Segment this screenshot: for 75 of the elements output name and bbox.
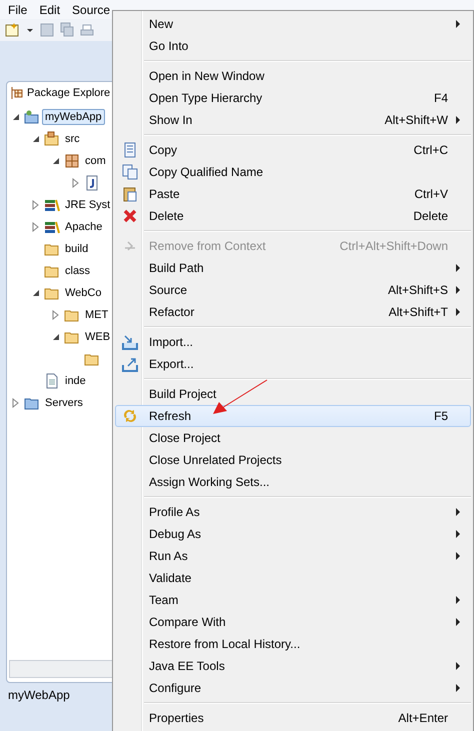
tree-item[interactable]: class	[62, 263, 94, 279]
collapsed-arrow-icon[interactable]	[51, 310, 61, 320]
print-icon[interactable]	[80, 22, 94, 38]
expanded-arrow-icon[interactable]	[51, 156, 61, 166]
menu-item[interactable]: Properties Alt+Enter	[115, 707, 471, 729]
package-icon	[64, 153, 80, 169]
menu-item[interactable]: Close Project	[115, 427, 471, 449]
collapsed-arrow-icon[interactable]	[11, 398, 21, 408]
menu-item[interactable]: Build Path	[115, 257, 471, 279]
menu-item[interactable]: Restore from Local History...	[115, 633, 471, 655]
expanded-arrow-icon[interactable]	[51, 332, 61, 342]
menu-item[interactable]: Profile As	[115, 501, 471, 523]
tree-item[interactable]: myWebApp	[42, 109, 105, 125]
package-explorer-icon	[11, 86, 23, 100]
menu-item[interactable]: Go Into	[115, 35, 471, 57]
menu-item[interactable]: Debug As	[115, 523, 471, 545]
books-icon	[44, 219, 60, 235]
refresh-icon	[122, 408, 138, 424]
menu-item[interactable]: Copy Qualified Name	[115, 161, 471, 183]
menu-item[interactable]: Open in New Window	[115, 65, 471, 87]
menu-item[interactable]: Assign Working Sets...	[115, 471, 471, 493]
menu-item[interactable]: Refactor Alt+Shift+T	[115, 301, 471, 323]
export-icon	[122, 356, 138, 372]
paste-icon	[122, 186, 138, 202]
tree-item[interactable]: WEB	[82, 329, 114, 345]
collapsed-arrow-icon[interactable]	[71, 178, 81, 188]
menu-item[interactable]: Configure	[115, 677, 471, 699]
save-icon[interactable]	[40, 22, 54, 38]
collapsed-arrow-icon[interactable]	[31, 222, 41, 232]
menu-item[interactable]: Close Unrelated Projects	[115, 449, 471, 471]
menu-item[interactable]: New	[115, 13, 471, 35]
tree-item[interactable]: com	[82, 153, 109, 169]
menu-bar-item[interactable]: Source	[66, 2, 116, 16]
save-all-icon[interactable]	[60, 22, 74, 38]
expanded-arrow-icon[interactable]	[31, 288, 41, 298]
tree-item[interactable]: src	[62, 131, 83, 147]
menu-item[interactable]: Export...	[115, 353, 471, 375]
books-icon	[44, 197, 60, 213]
menu-item[interactable]: Run As	[115, 545, 471, 567]
menu-item[interactable]: Java EE Tools	[115, 655, 471, 677]
menu-item[interactable]: Open Type Hierarchy F4	[115, 87, 471, 109]
menu-item[interactable]: Delete Delete	[115, 205, 471, 227]
collapsed-arrow-icon[interactable]	[31, 200, 41, 210]
tree-item[interactable]: Servers	[42, 395, 86, 411]
menu-bar-item[interactable]: Edit	[33, 2, 66, 16]
tree-item[interactable]: JRE Syst	[62, 197, 114, 213]
expanded-arrow-icon[interactable]	[31, 134, 41, 144]
menu-item[interactable]: Source Alt+Shift+S	[115, 279, 471, 301]
view-tab[interactable]: Package Explore	[27, 87, 110, 99]
java-file-icon	[84, 175, 100, 191]
tree-item[interactable]: inde	[62, 373, 89, 389]
file-icon	[44, 373, 60, 389]
menu-item[interactable]: Team	[115, 589, 471, 611]
tree-item[interactable]: Apache	[62, 219, 106, 235]
status-text: myWebApp	[8, 688, 70, 702]
package-folder-icon	[44, 131, 60, 147]
menu-item[interactable]: Paste Ctrl+V	[115, 183, 471, 205]
delete-icon	[122, 208, 138, 224]
menu-item[interactable]: Copy Ctrl+C	[115, 139, 471, 161]
menu-item[interactable]: Import...	[115, 331, 471, 353]
copy-icon	[122, 164, 138, 180]
new-file-icon[interactable]	[4, 22, 20, 38]
menu-item[interactable]: Build Project	[115, 383, 471, 405]
menu-item[interactable]: Compare With	[115, 611, 471, 633]
menu-item[interactable]: Refresh F5	[115, 405, 471, 427]
tree-item[interactable]: WebCo	[62, 285, 104, 301]
import-icon	[122, 334, 138, 350]
menu-bar-item[interactable]: File	[2, 2, 34, 16]
copy-icon	[122, 142, 138, 158]
expanded-arrow-icon[interactable]	[11, 112, 21, 122]
menu-item[interactable]: Show In Alt+Shift+W	[115, 109, 471, 131]
tree-item[interactable]: MET	[82, 307, 112, 323]
menu-item[interactable]: Validate	[115, 567, 471, 589]
tree-item[interactable]: build	[62, 241, 92, 257]
project-folder-icon	[24, 109, 40, 125]
